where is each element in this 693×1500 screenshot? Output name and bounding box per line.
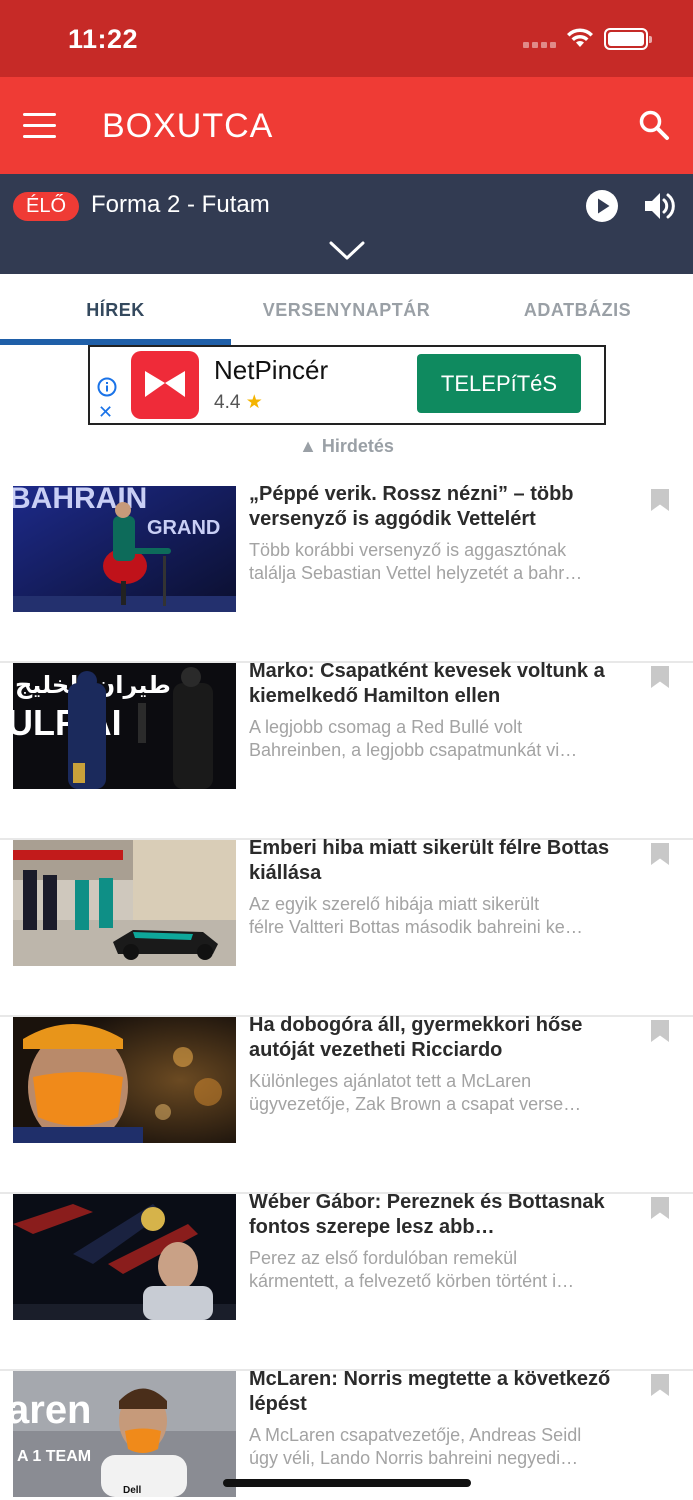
ad-rating: 4.4 ★	[214, 391, 263, 414]
search-icon[interactable]	[638, 109, 670, 141]
chevron-down-icon[interactable]	[329, 240, 365, 262]
article-excerpt: Az egyik szerelő hibája miatt sikerült f…	[249, 893, 629, 939]
article-item[interactable]: طيران الخليج ULF AI Marko: Csapatként ke…	[0, 660, 693, 840]
battery-icon	[604, 28, 652, 50]
bookmark-icon[interactable]	[650, 488, 670, 512]
article-item[interactable]: Wéber Gábor: Pereznek és Bottasnak fonto…	[0, 1191, 693, 1371]
section-tabs: HÍREK VERSENYNAPTÁR ADATBÁZIS	[0, 274, 693, 346]
article-item[interactable]: Emberi hiba miatt sikerült félre Bottas …	[0, 837, 693, 1017]
article-thumbnail	[13, 1194, 236, 1320]
bookmark-icon[interactable]	[650, 842, 670, 866]
star-icon: ★	[245, 392, 263, 413]
excerpt-line: Bahreinben, a legjobb csapatmunkát vi…	[249, 740, 578, 760]
hamburger-menu-icon[interactable]	[23, 113, 56, 139]
article-title: McLaren: Norris megtette a következő lép…	[249, 1368, 611, 1415]
excerpt-line: ügyvezetője, Zak Brown a csapat verse…	[249, 1094, 582, 1114]
article-title: „Péppé verik. Rossz nézni” – több versen…	[249, 483, 574, 530]
excerpt-line: félre Valtteri Bottas második bahreini k…	[249, 917, 583, 937]
ad-info-icon[interactable]	[97, 377, 117, 397]
live-stream-bar: ÉLŐ Forma 2 - Futam	[0, 174, 693, 274]
excerpt-line: Különleges ajánlatot tett a McLaren	[249, 1071, 532, 1091]
article-thumbnail: طيران الخليج ULF AI	[13, 663, 236, 789]
app-logo[interactable]: BOXUTCA	[102, 107, 273, 146]
bookmark-icon[interactable]	[650, 1196, 670, 1220]
ad-app-name: NetPincér	[214, 355, 329, 385]
bookmark-icon[interactable]	[650, 665, 670, 689]
excerpt-line: találja Sebastian Vettel helyzetét a bah…	[249, 563, 583, 583]
home-indicator[interactable]	[223, 1479, 471, 1487]
volume-icon[interactable]	[643, 190, 677, 222]
article-excerpt: Perez az első fordulóban remekül kárment…	[249, 1247, 629, 1293]
excerpt-line: A legjobb csomag a Red Bullé volt	[249, 717, 523, 737]
excerpt-line: Perez az első fordulóban remekül	[249, 1248, 518, 1268]
article-excerpt: Különleges ajánlatot tett a McLaren ügyv…	[249, 1070, 629, 1116]
article-thumbnail	[13, 840, 236, 966]
install-button[interactable]: TELEPíTéS	[417, 354, 581, 413]
netpincer-app-icon	[131, 351, 199, 419]
tab-adatbazis[interactable]: ADATBÁZIS	[462, 274, 693, 346]
article-item[interactable]: BAHRAIN GRAND „Péppé verik. Rossz nézni”…	[0, 483, 693, 663]
tab-hirek[interactable]: HÍREK	[0, 274, 231, 346]
excerpt-line: Több korábbi versenyző is aggasztónak	[249, 540, 567, 560]
article-title: Marko: Csapatként kevesek voltunk a kiem…	[249, 660, 605, 707]
article-excerpt: A McLaren csapatvezetője, Andreas Seidl …	[249, 1424, 629, 1470]
excerpt-line: úgy véli, Lando Norris bahreini negyedi…	[249, 1448, 579, 1468]
thumb-text: A 1 TEAM	[17, 1448, 91, 1465]
excerpt-line: kármentett, a felvezető körben történt i…	[249, 1271, 575, 1291]
excerpt-line: Az egyik szerelő hibája miatt sikerült	[249, 894, 540, 914]
cellular-signal-icon	[523, 42, 559, 48]
article-thumbnail: aren A 1 TEAM Dell	[13, 1371, 236, 1497]
ad-banner[interactable]: ✕ NetPincér 4.4 ★ TELEPíTéS	[88, 345, 606, 425]
bookmark-icon[interactable]	[650, 1019, 670, 1043]
article-title: Wéber Gábor: Pereznek és Bottasnak fonto…	[249, 1191, 605, 1238]
live-stream-title[interactable]: Forma 2 - Futam	[91, 191, 270, 219]
article-thumbnail: BAHRAIN GRAND	[13, 486, 236, 612]
excerpt-line: A McLaren csapatvezetője, Andreas Seidl	[249, 1425, 582, 1445]
thumb-text: aren	[13, 1388, 92, 1432]
status-time: 11:22	[68, 24, 139, 54]
app-header: BOXUTCA	[0, 77, 693, 174]
article-thumbnail	[13, 1017, 236, 1143]
article-title: Emberi hiba miatt sikerült félre Bottas …	[249, 837, 610, 884]
article-item[interactable]: Ha dobogóra áll, gyermekkori hőse autójá…	[0, 1014, 693, 1194]
thumb-text: Dell	[123, 1485, 142, 1496]
thumb-text: GRAND	[147, 517, 220, 539]
ad-label: ▲ Hirdetés	[299, 436, 394, 456]
article-excerpt: Több korábbi versenyző is aggasztónak ta…	[249, 539, 629, 585]
article-title: Ha dobogóra áll, gyermekkori hőse autójá…	[249, 1014, 583, 1061]
status-bar: 11:22	[0, 0, 693, 77]
wifi-icon	[567, 28, 593, 47]
tab-versenynaptar[interactable]: VERSENYNAPTÁR	[231, 274, 462, 346]
play-icon[interactable]	[585, 189, 619, 223]
bookmark-icon[interactable]	[650, 1373, 670, 1397]
ad-close-icon[interactable]: ✕	[98, 403, 113, 421]
ad-rating-value: 4.4	[214, 392, 241, 413]
live-badge: ÉLŐ	[13, 192, 80, 221]
article-excerpt: A legjobb csomag a Red Bullé volt Bahrei…	[249, 716, 629, 762]
